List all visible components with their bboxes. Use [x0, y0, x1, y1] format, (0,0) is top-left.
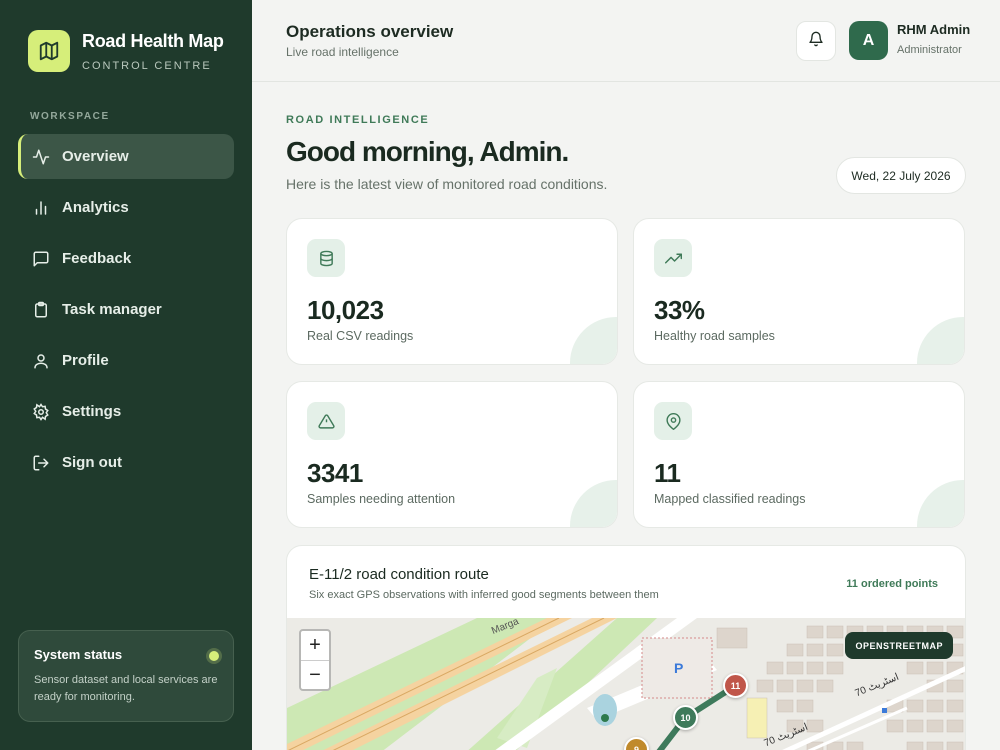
stat-label: Healthy road samples — [654, 329, 775, 343]
route-map[interactable]: Marga 70 اسٹریٹ 70 اسٹریٹ P + − OPENSTRE… — [287, 618, 965, 750]
section-eyebrow: ROAD INTELLIGENCE — [286, 114, 430, 126]
card-decoration — [570, 317, 617, 364]
trending-up-icon — [654, 239, 692, 277]
marker-label: 11 — [730, 680, 741, 691]
brand-subtitle: CONTROL CENTRE — [82, 59, 212, 72]
bar-chart-icon — [32, 199, 50, 217]
stat-card-attention-samples: 3341 Samples needing attention — [286, 381, 618, 528]
stat-value: 3341 — [307, 458, 363, 488]
zoom-control: + − — [299, 629, 331, 691]
clipboard-icon — [32, 301, 50, 319]
sidebar-item-label: Settings — [62, 403, 122, 420]
stat-value: 11 — [654, 458, 681, 488]
stat-card-csv-readings: 10,023 Real CSV readings — [286, 218, 618, 365]
zoom-in-button[interactable]: + — [301, 631, 329, 660]
stat-value: 10,023 — [307, 295, 384, 325]
greeting-heading: Good morning, Admin. — [286, 136, 569, 167]
sidebar-nav: Overview Analytics Feedback Task manager… — [18, 134, 234, 491]
page-subtitle: Live road intelligence — [286, 45, 399, 59]
system-status-title: System status — [34, 647, 123, 662]
marker-label: 9 — [633, 744, 639, 750]
route-map-card: E-11/2 road condition route Six exact GP… — [286, 545, 966, 750]
stat-label: Real CSV readings — [307, 329, 414, 343]
sidebar-item-label: Sign out — [62, 454, 122, 471]
system-status-card: System status Sensor dataset and local s… — [18, 630, 234, 722]
top-bar: Operations overview Live road intelligen… — [252, 0, 1000, 82]
sidebar-item-analytics[interactable]: Analytics — [18, 185, 234, 230]
page-title: Operations overview — [286, 22, 454, 41]
notifications-button[interactable] — [796, 21, 836, 61]
sidebar-item-overview[interactable]: Overview — [18, 134, 234, 179]
sidebar-item-task-manager[interactable]: Task manager — [18, 287, 234, 332]
sidebar-item-label: Analytics — [62, 199, 129, 216]
status-indicator-dot — [209, 651, 219, 661]
stat-label: Mapped classified readings — [654, 492, 806, 506]
user-name[interactable]: RHM Admin — [897, 22, 970, 37]
system-status-text: Sensor dataset and local services are re… — [34, 674, 218, 703]
logout-icon — [32, 454, 50, 472]
sidebar: Road Health Map CONTROL CENTRE WORKSPACE… — [0, 0, 252, 750]
avatar[interactable]: A — [849, 21, 888, 60]
activity-icon — [32, 148, 50, 166]
sidebar-item-label: Task manager — [62, 301, 162, 318]
route-marker-10[interactable]: 10 — [673, 705, 698, 730]
map-title: E-11/2 road condition route — [309, 566, 489, 583]
bell-icon — [808, 31, 824, 52]
marker-label: 10 — [680, 712, 691, 723]
zoom-out-button[interactable]: − — [301, 660, 329, 689]
brand[interactable]: Road Health Map CONTROL CENTRE — [28, 30, 224, 72]
sidebar-item-settings[interactable]: Settings — [18, 389, 234, 434]
card-decoration — [917, 480, 964, 527]
route-marker-11[interactable]: 11 — [723, 673, 748, 698]
stat-card-healthy-samples: 33% Healthy road samples — [633, 218, 965, 365]
ordered-points-count: 11 ordered points — [846, 578, 938, 590]
map-pin-icon — [654, 402, 692, 440]
card-decoration — [917, 317, 964, 364]
greeting-subtitle: Here is the latest view of monitored roa… — [286, 176, 608, 192]
sidebar-item-profile[interactable]: Profile — [18, 338, 234, 383]
stat-card-mapped-readings: 11 Mapped classified readings — [633, 381, 965, 528]
sidebar-item-label: Overview — [62, 148, 129, 165]
database-icon — [307, 239, 345, 277]
openstreetmap-badge[interactable]: OPENSTREETMAP — [845, 632, 953, 659]
user-role: Administrator — [897, 44, 962, 56]
gear-icon — [32, 402, 50, 421]
message-icon — [32, 250, 50, 268]
sidebar-item-sign-out[interactable]: Sign out — [18, 440, 234, 485]
user-icon — [32, 352, 50, 370]
brand-name: Road Health Map — [82, 30, 224, 51]
date-pill: Wed, 22 July 2026 — [836, 157, 966, 194]
sidebar-item-feedback[interactable]: Feedback — [18, 236, 234, 281]
map-logo-icon — [28, 30, 70, 72]
parking-icon: P — [674, 660, 684, 676]
stat-value: 33% — [654, 295, 705, 325]
sidebar-item-label: Feedback — [62, 250, 132, 267]
workspace-section-label: WORKSPACE — [30, 111, 110, 122]
card-decoration — [570, 480, 617, 527]
map-subtitle: Six exact GPS observations with inferred… — [309, 589, 659, 601]
sidebar-item-label: Profile — [62, 352, 109, 369]
alert-triangle-icon — [307, 402, 345, 440]
stat-label: Samples needing attention — [307, 492, 456, 506]
